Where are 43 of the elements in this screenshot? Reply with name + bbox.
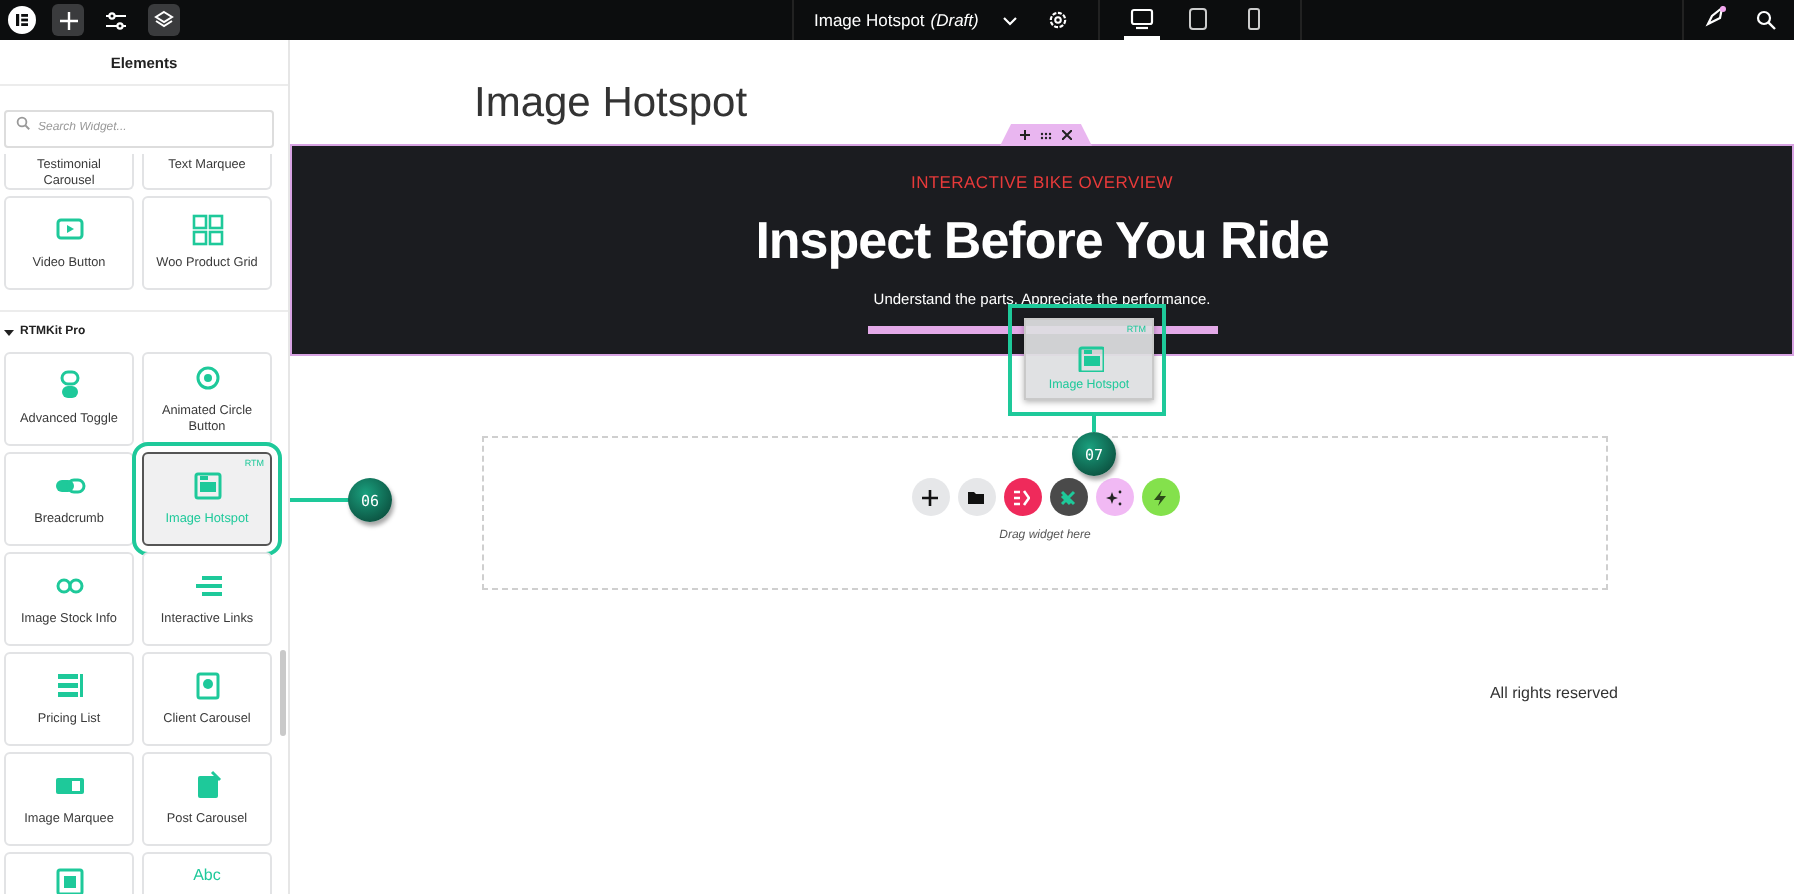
ek-logo-icon: [1014, 489, 1030, 505]
x-logo-icon: [1060, 489, 1076, 505]
template-button[interactable]: [957, 478, 995, 516]
widget-icon: [191, 214, 223, 247]
caret-down-icon: [4, 327, 14, 337]
hero-heading: Inspect Before You Ride: [755, 210, 1329, 272]
widget-tile[interactable]: [4, 852, 134, 894]
plus-icon: [922, 489, 938, 505]
structure-button[interactable]: [148, 4, 180, 36]
folder-icon: [968, 489, 984, 505]
logo-icon: [14, 12, 30, 28]
leader-line: [290, 498, 350, 502]
sparkle-icon: [1106, 489, 1122, 505]
plus-icon: [59, 11, 77, 29]
drag-handle-icon[interactable]: [1040, 131, 1052, 139]
widget-icon: [53, 670, 85, 703]
text-widget-icon: Abc: [193, 866, 221, 886]
layers-icon: [154, 10, 174, 30]
bolt-icon: [1152, 489, 1168, 505]
search-icon: [16, 116, 30, 130]
elementor-logo[interactable]: [8, 6, 36, 34]
sliders-icon: [106, 11, 126, 29]
footer-text: All rights reserved: [1489, 684, 1618, 702]
widget-icon: [53, 866, 85, 894]
addon-button[interactable]: [1049, 478, 1087, 516]
widget-icon: [191, 670, 223, 703]
add-button[interactable]: [911, 478, 949, 516]
widget-icon: [1075, 344, 1103, 372]
settings-icon: [1048, 10, 1069, 30]
desktop-icon: [1130, 7, 1155, 29]
chevron-down-icon: [1002, 15, 1019, 25]
plus-icon[interactable]: [1020, 130, 1030, 140]
hero-eyebrow: INTERACTIVE BIKE OVERVIEW: [911, 172, 1173, 192]
widget-icon: [191, 470, 223, 503]
close-icon[interactable]: [1062, 130, 1072, 140]
page-heading: Image Hotspot: [474, 80, 748, 128]
add-button[interactable]: [52, 4, 84, 36]
ai-button[interactable]: [1095, 478, 1133, 516]
section-toolbar[interactable]: [1000, 124, 1092, 146]
tablet-icon: [1186, 7, 1211, 29]
search-icon: [1756, 10, 1776, 30]
widget-icon: [191, 362, 223, 395]
addon-button[interactable]: [1141, 478, 1179, 516]
